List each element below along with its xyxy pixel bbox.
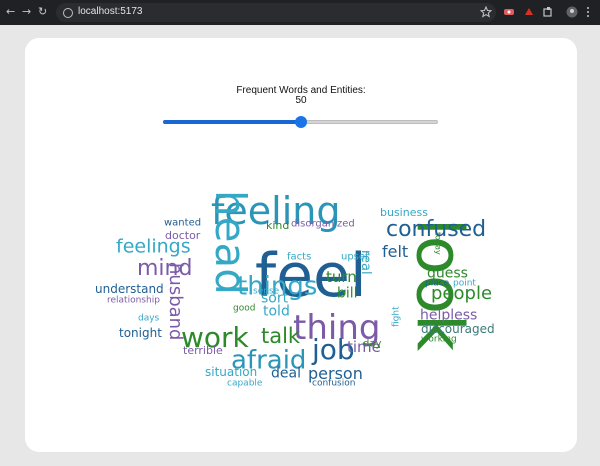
main-card: Frequent Words and Entities: 50 feel look…: [25, 38, 577, 452]
extensions-puzzle-icon[interactable]: [542, 6, 554, 18]
site-info-icon[interactable]: [63, 8, 73, 18]
cloud-word-business: business: [380, 206, 428, 219]
cloud-word-understand: understand: [95, 282, 164, 296]
url-text: localhost:5173: [78, 6, 143, 17]
cloud-word-upset: upset: [341, 251, 369, 262]
profile-avatar-icon[interactable]: [566, 6, 578, 18]
forward-icon[interactable]: →: [22, 6, 31, 18]
cloud-word-situation: situation: [205, 365, 257, 379]
cloud-word-good: good: [233, 304, 255, 314]
cloud-word-felt: felt: [382, 242, 408, 261]
cloud-word-kind: kind: [266, 219, 289, 232]
menu-dots-icon[interactable]: [585, 6, 591, 18]
address-bar[interactable]: localhost:5173: [56, 3, 496, 22]
cloud-word-capable: capable: [227, 379, 263, 389]
cloud-word-deal: deal: [271, 366, 301, 382]
cloud-word-today: today: [433, 232, 442, 255]
cloud-word-tonight: tonight: [119, 326, 162, 340]
extension-red-icon[interactable]: [523, 6, 535, 18]
browser-toolbar: ← → ↻ localhost:5173: [0, 0, 600, 25]
cloud-word-disorganized: disorganized: [291, 218, 355, 229]
cloud-word-fight: fight: [392, 306, 402, 327]
cloud-word-relationship: relationship: [107, 296, 160, 306]
cloud-word-facts: facts: [287, 251, 311, 262]
reload-icon[interactable]: ↻: [38, 6, 47, 18]
cloud-word-terrible: terrible: [183, 344, 223, 357]
extension-icon[interactable]: [503, 6, 515, 18]
cloud-word-talk: talk: [261, 324, 301, 348]
cloud-word-husband: husband: [165, 263, 186, 340]
cloud-word-turn: turn: [326, 268, 357, 286]
back-icon[interactable]: ←: [6, 6, 15, 18]
cloud-word-day: day: [363, 338, 381, 349]
cloud-word-place: place: [425, 279, 450, 289]
cloud-word-doctor: doctor: [165, 229, 201, 242]
word-cloud: feel lookfeelingheadthingworkthingsafraid…: [95, 189, 495, 389]
cloud-word-working: working: [421, 335, 457, 345]
star-icon[interactable]: [480, 6, 492, 18]
cloud-word-bill: bill: [337, 286, 358, 302]
cloud-word-sense: sense: [253, 287, 280, 297]
cloud-word-wanted: wanted: [164, 217, 201, 228]
cloud-word-days: days: [138, 314, 160, 324]
cloud-word-point: point: [453, 279, 476, 289]
cloud-word-confusion: confusion: [312, 379, 355, 389]
